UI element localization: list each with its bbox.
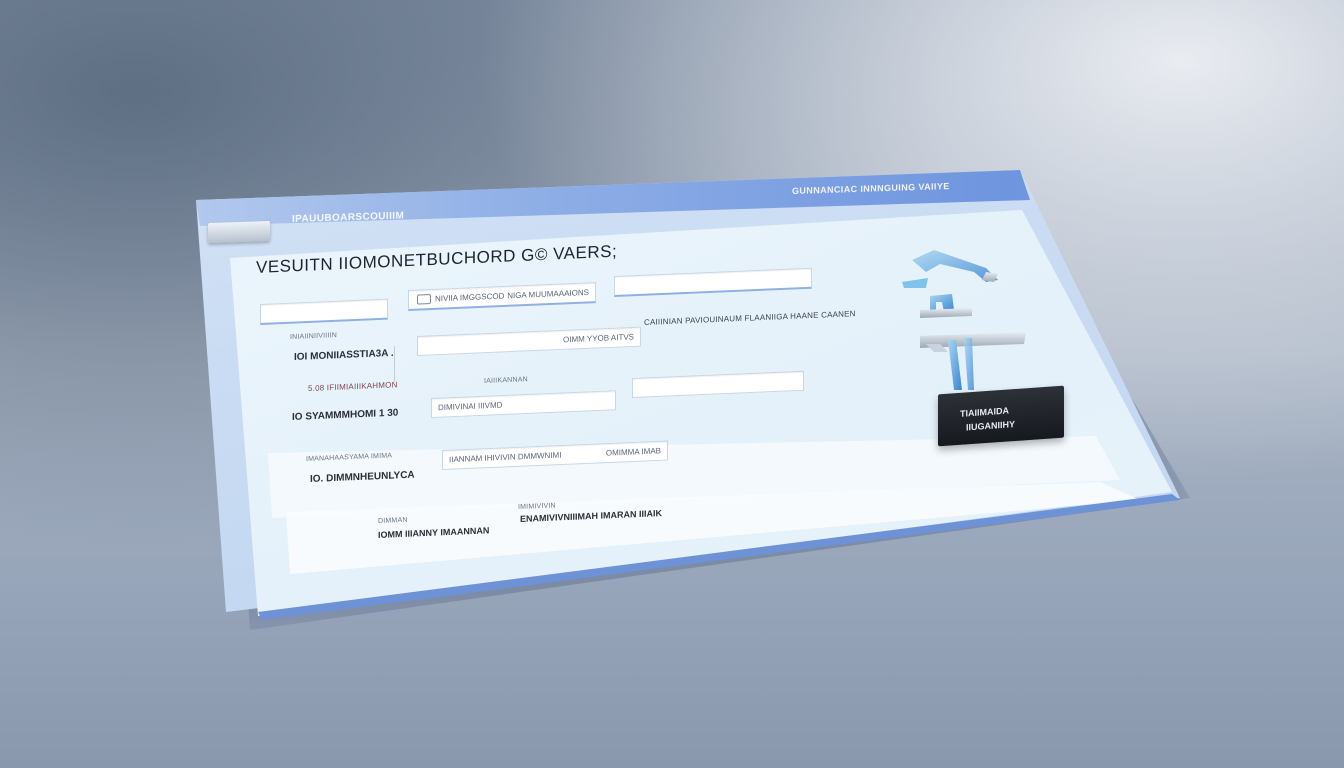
row-3-field-value: DIMIVINAI IIIVMD: [438, 400, 503, 413]
scene: IPAUUBOARSCOUIIIM GUNNANCIAC INNNGUING V…: [0, 0, 1344, 768]
top-field-2-value-right: NIGA MUUMAAAIONS: [507, 287, 589, 301]
field-type-icon: [417, 294, 431, 305]
product-badge: TIAIIMAIDA IIUGANIIHY: [938, 385, 1064, 447]
footer-small-left: DIMMAN: [378, 516, 408, 525]
row-4-field-value: IIANNAM IHIVIVIN DMMWNIMI: [449, 450, 562, 465]
badge-line-2: IIUGANIIHY: [966, 419, 1016, 433]
row-1-field-value: OIMM YYOB AITVS: [563, 332, 634, 345]
badge-line-1: TIAIIMAIDA: [960, 405, 1009, 419]
top-field-2-value: NIVIIA IMGGSCOD: [435, 291, 505, 304]
window-tab-chip[interactable]: [208, 220, 270, 244]
row-divider: [394, 346, 395, 382]
row-4-field-value-right: OMIMMA IMAB: [605, 446, 661, 458]
